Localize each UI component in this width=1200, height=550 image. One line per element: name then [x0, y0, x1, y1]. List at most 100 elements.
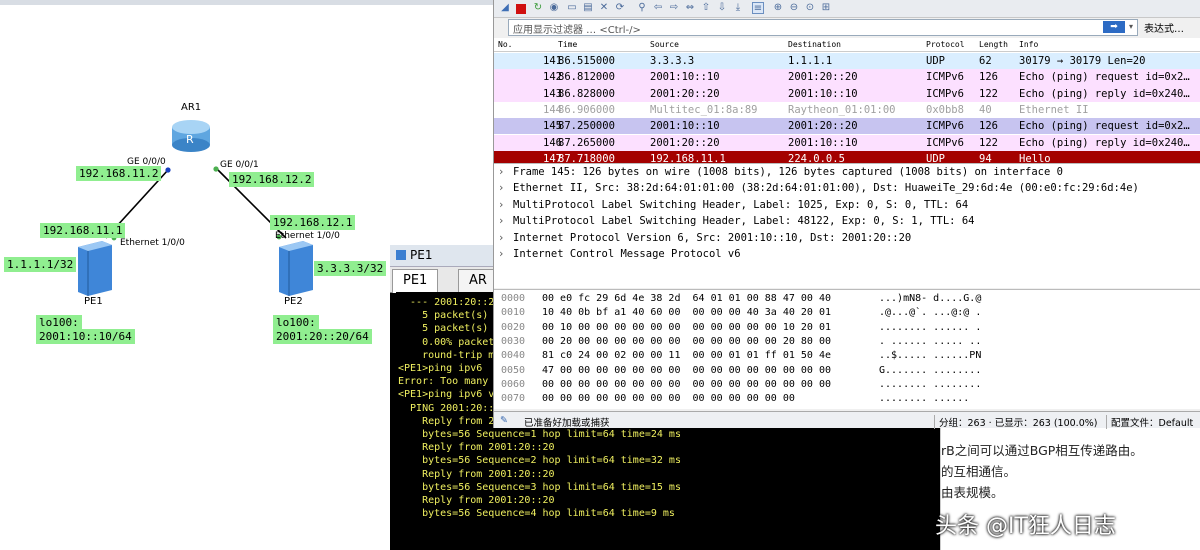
- expression-button[interactable]: 表达式…: [1144, 20, 1184, 35]
- go-to-packet-icon[interactable]: ⇔: [684, 2, 696, 14]
- hex-dump-hex: 00 10 00 00 00 00 00 00 00 00 00 00 00 1…: [542, 321, 831, 333]
- pe2-device-icon[interactable]: [279, 241, 313, 296]
- terminal-line: Reply from 2001:20::20: [398, 468, 555, 480]
- pe2-ip: 192.168.12.1: [270, 215, 356, 230]
- packet-row[interactable]: 142 86.812000 2001:10::10 2001:20::20 ICMPv6…: [494, 69, 1200, 86]
- pe1-device-icon[interactable]: [78, 241, 112, 296]
- router-name: AR1: [181, 102, 202, 113]
- terminal-line: Reply from 2001:20::20: [398, 442, 555, 454]
- packet-details-pane[interactable]: › Frame 145: 126 bytes on wire (1008 bits…: [494, 163, 1200, 288]
- hex-dump-line[interactable]: 0030 00 20 00 00 00 00 00 00 00 00 00 00 …: [494, 336, 1200, 349]
- expand-chevron-icon[interactable]: ›: [498, 232, 504, 244]
- open-file-icon[interactable]: ▭: [566, 2, 578, 14]
- packet-list-header: No. Time Source Destination Protocol Len…: [494, 38, 1200, 52]
- col-time[interactable]: Time: [558, 40, 577, 49]
- article-line: rB之间可以通过BGP相互传递路由。: [941, 443, 1143, 458]
- wireshark-window: ◢ ↻ ◉ ▭ ▤ ✕ ⟳ ⚲ ⇦ ⇨ ⇔ ⇧ ⇩ ⤓ ≡ ⊕ ⊖ ⊙ ⊞ 应用…: [493, 0, 1200, 429]
- packet-cell-info: Echo (ping) reply id=0x240…: [1019, 87, 1190, 100]
- find-packet-icon[interactable]: ⚲: [636, 2, 648, 14]
- detail-row-ethernet[interactable]: › Ethernet II, Src: 38:2d:64:01:01:00 (38…: [494, 182, 1200, 198]
- col-no[interactable]: No.: [498, 40, 512, 49]
- zoom-reset-icon[interactable]: ⊙: [804, 2, 816, 14]
- packet-cell-len: 126: [979, 71, 998, 84]
- hex-dump-line[interactable]: 0050 47 00 00 00 00 00 00 00 00 00 00 00 …: [494, 365, 1200, 378]
- expand-chevron-icon[interactable]: ›: [498, 182, 504, 194]
- apply-filter-button[interactable]: ➡: [1103, 21, 1125, 33]
- detail-row-mpls-2[interactable]: › MultiProtocol Label Switching Header, L…: [494, 215, 1200, 231]
- hex-dump-hex: 00 20 00 00 00 00 00 00 00 00 00 00 00 2…: [542, 335, 831, 347]
- packet-list[interactable]: No. Time Source Destination Protocol Len…: [494, 38, 1200, 168]
- expand-chevron-icon[interactable]: ›: [498, 166, 504, 178]
- packet-cell-src: 2001:20::20: [650, 87, 720, 100]
- shark-fin-icon[interactable]: ◢: [499, 2, 511, 14]
- packet-row[interactable]: 146 87.265000 2001:20::20 2001:10::10 ICMPv6…: [494, 134, 1200, 151]
- save-file-icon[interactable]: ▤: [582, 2, 594, 14]
- status-ready-text: 已准备好加载或捕获: [524, 418, 610, 429]
- detail-row-frame[interactable]: › Frame 145: 126 bytes on wire (1008 bits…: [494, 166, 1200, 182]
- expand-chevron-icon[interactable]: ›: [498, 248, 504, 260]
- col-destination[interactable]: Destination: [788, 40, 841, 49]
- expand-chevron-icon[interactable]: ›: [498, 215, 504, 227]
- tab-ar[interactable]: AR: [458, 269, 498, 293]
- capture-options-icon[interactable]: ◉: [548, 2, 560, 14]
- hex-dump-off: 0000: [501, 293, 526, 304]
- col-info[interactable]: Info: [1019, 40, 1038, 49]
- packet-cell-proto: ICMPv6: [926, 136, 964, 149]
- colorize-icon[interactable]: ≡: [752, 2, 764, 14]
- status-profile[interactable]: 配置文件：Default: [1106, 415, 1193, 429]
- expand-chevron-icon[interactable]: ›: [498, 199, 504, 211]
- hex-dump-line[interactable]: 0010 10 40 0b bf a1 40 60 00 00 00 00 40 …: [494, 307, 1200, 320]
- hex-dump-line[interactable]: 0070 00 00 00 00 00 00 00 00 00 00 00 00 …: [494, 393, 1200, 406]
- autoscroll-icon[interactable]: ⤓: [732, 2, 744, 14]
- col-length[interactable]: Length: [979, 40, 1008, 49]
- display-filter-input[interactable]: 应用显示过滤器 … <Ctrl-/> ➡ ▾: [508, 19, 1138, 36]
- svg-text:R: R: [186, 133, 194, 146]
- detail-row-ipv6[interactable]: › Internet Protocol Version 6, Src: 2001:…: [494, 232, 1200, 248]
- packet-row[interactable]: 144 86.906000 Multitec_01:8a:89 Raytheon_01…: [494, 101, 1200, 119]
- close-file-icon[interactable]: ✕: [598, 2, 610, 14]
- col-protocol[interactable]: Protocol: [926, 40, 965, 49]
- article-line: 的互相通信。: [941, 464, 1017, 479]
- hex-dump-ascii: ........ ........: [879, 378, 982, 390]
- pe2-lo-addr: 2001:20::20/64: [273, 329, 372, 344]
- resize-columns-icon[interactable]: ⊞: [820, 2, 832, 14]
- go-back-icon[interactable]: ⇦: [652, 2, 664, 14]
- restart-capture-icon[interactable]: ↻: [532, 2, 544, 14]
- hex-dump-line[interactable]: 0020 00 10 00 00 00 00 00 00 00 00 00 00 …: [494, 322, 1200, 335]
- zoom-out-icon[interactable]: ⊖: [788, 2, 800, 14]
- terminal-line: bytes=56 Sequence=3 hop limit=64 time=15…: [398, 481, 681, 493]
- hex-dump-line[interactable]: 0040 81 c0 24 00 02 00 00 11 00 00 01 01 …: [494, 350, 1200, 363]
- zoom-in-icon[interactable]: ⊕: [772, 2, 784, 14]
- expert-info-icon[interactable]: ✎: [500, 415, 508, 426]
- detail-row-icmpv6[interactable]: › Internet Control Message Protocol v6: [494, 248, 1200, 264]
- main-toolbar: ◢ ↻ ◉ ▭ ▤ ✕ ⟳ ⚲ ⇦ ⇨ ⇔ ⇧ ⇩ ⤓ ≡ ⊕ ⊖ ⊙ ⊞: [494, 0, 1200, 18]
- packet-cell-proto: UDP: [926, 55, 945, 67]
- hex-dump-ascii: ........ ......: [879, 393, 970, 405]
- hex-dump-off: 0020: [501, 321, 526, 333]
- packet-cell-src: 2001:20::20: [650, 136, 720, 149]
- filter-dropdown-icon[interactable]: ▾: [1126, 21, 1136, 33]
- hex-dump-line[interactable]: 0000 00 e0 fc 29 6d 4e 38 2d 64 01 01 00 …: [494, 293, 1200, 306]
- packet-row[interactable]: 143 86.828000 2001:20::20 2001:10::10 ICMPv6…: [494, 85, 1200, 102]
- detail-row-mpls-1[interactable]: › MultiProtocol Label Switching Header, L…: [494, 199, 1200, 215]
- packet-cell-time: 86.828000: [558, 87, 615, 100]
- packet-cell-src: Multitec_01:8a:89: [650, 103, 758, 116]
- reload-file-icon[interactable]: ⟳: [614, 2, 626, 14]
- stop-capture-icon[interactable]: [516, 4, 526, 14]
- watermark-text: 头条 @IT狂人日志: [935, 514, 1116, 539]
- col-source[interactable]: Source: [650, 40, 679, 49]
- pe1-window-titlebar[interactable]: PE1: [390, 245, 505, 267]
- first-packet-icon[interactable]: ⇧: [700, 2, 712, 14]
- port-dot-ge000: [165, 167, 171, 173]
- router-icon[interactable]: R: [172, 120, 210, 152]
- packet-row[interactable]: 141 86.515000 3.3.3.3 1.1.1.1 UDP 62 30179 → 3…: [494, 53, 1200, 70]
- go-forward-icon[interactable]: ⇨: [668, 2, 680, 14]
- packet-bytes-pane[interactable]: 0000 00 e0 fc 29 6d 4e 38 2d 64 01 01 00 …: [494, 289, 1200, 409]
- packet-row[interactable]: 145 87.250000 2001:10::10 2001:20::20 ICMPv6…: [494, 118, 1200, 135]
- hex-dump-line[interactable]: 0060 00 00 00 00 00 00 00 00 00 00 00 00 …: [494, 379, 1200, 392]
- last-packet-icon[interactable]: ⇩: [716, 2, 728, 14]
- tab-pe1[interactable]: PE1: [392, 269, 439, 293]
- packet-cell-time: 87.250000: [558, 120, 615, 133]
- pe1-port: Ethernet 1/0/0: [120, 238, 185, 248]
- hex-dump-ascii: G....... ........: [879, 364, 982, 376]
